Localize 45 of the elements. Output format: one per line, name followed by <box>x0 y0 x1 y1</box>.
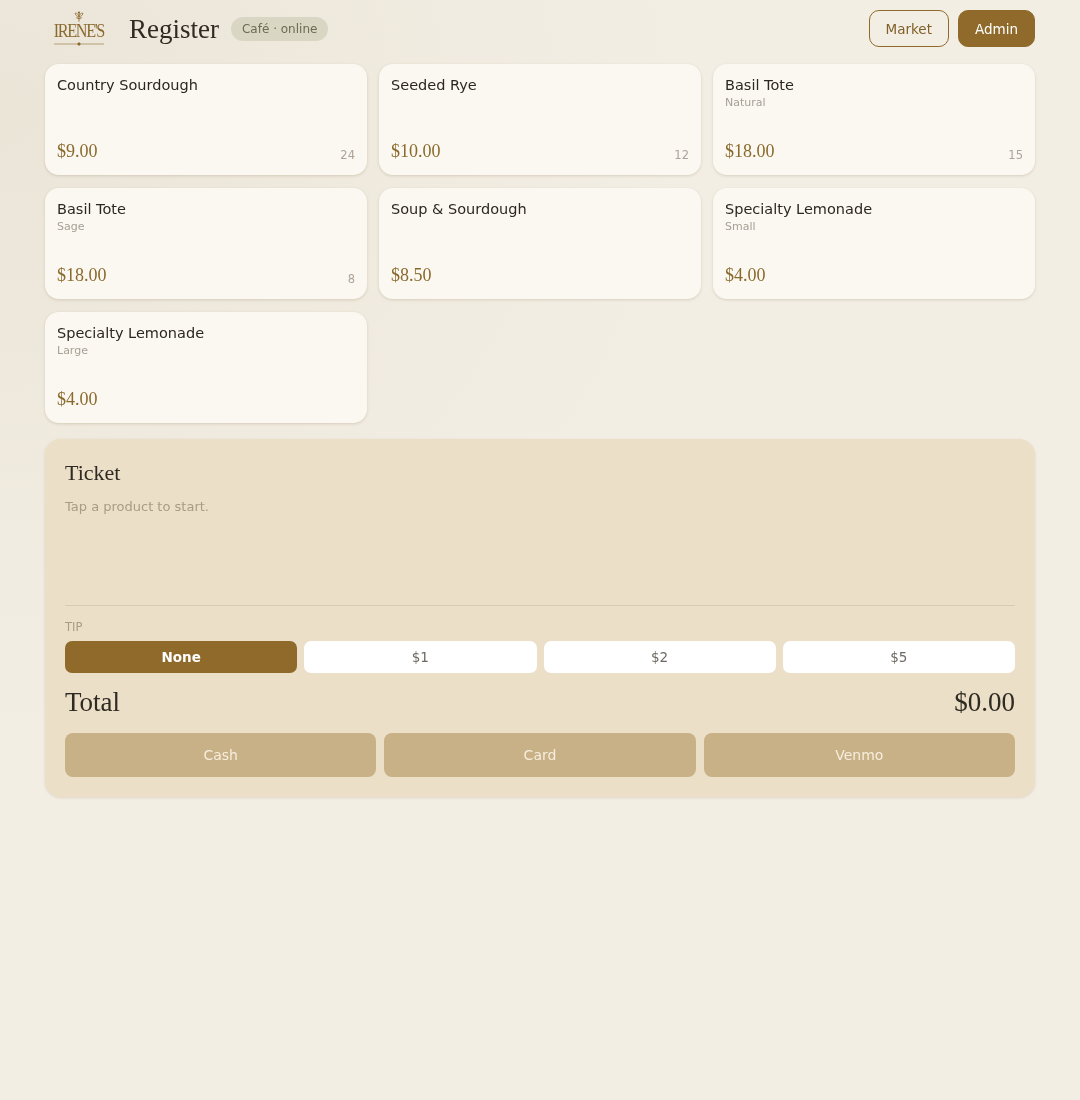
total-amount: $0.00 <box>954 686 1015 718</box>
product-card[interactable]: Specialty Lemonade Large $4.00 <box>45 312 367 423</box>
product-name: Soup & Sourdough <box>391 200 527 219</box>
product-card[interactable]: Basil Tote Sage $18.00 8 <box>45 188 367 299</box>
status-badge: Café · online <box>231 16 329 41</box>
ticket-title: Ticket <box>65 459 122 487</box>
product-card[interactable]: Seeded Rye $10.00 12 <box>379 64 701 175</box>
tip-label: TIP <box>65 620 83 634</box>
product-price: $8.50 <box>391 264 432 287</box>
product-price: $9.00 <box>57 140 98 163</box>
tip-option[interactable]: None <box>65 641 298 673</box>
stock-count: 8 <box>347 271 355 287</box>
stock-count: 24 <box>340 147 355 163</box>
stock-count: 15 <box>1008 147 1023 163</box>
logo-wordmark: IRENE'S <box>53 22 105 40</box>
product-name: Basil Tote <box>725 76 794 95</box>
product-name: Specialty Lemonade <box>725 200 873 219</box>
page-title: Register <box>129 12 219 46</box>
stock-count: 12 <box>674 147 689 163</box>
sprig-icon <box>73 11 85 22</box>
ornament-rule-icon <box>54 42 104 46</box>
product-price: $18.00 <box>57 264 107 287</box>
product-name: Basil Tote <box>57 200 126 219</box>
product-name: Country Sourdough <box>57 76 198 95</box>
product-name: Seeded Rye <box>391 76 477 95</box>
product-card[interactable]: Basil Tote Natural $18.00 15 <box>713 64 1035 175</box>
product-variant: Natural <box>725 95 766 111</box>
product-price: $4.00 <box>57 388 98 411</box>
product-price: $4.00 <box>725 264 766 287</box>
product-variant: Large <box>57 343 88 359</box>
product-variant: Small <box>725 219 756 235</box>
tip-option[interactable]: $5 <box>782 641 1015 673</box>
total-label: Total <box>65 686 121 718</box>
product-price: $10.00 <box>391 140 441 163</box>
tip-option[interactable]: $2 <box>543 641 776 673</box>
product-card[interactable]: Specialty Lemonade Small $4.00 <box>713 188 1035 299</box>
product-price: $18.00 <box>725 140 775 163</box>
primary-nav-button[interactable]: Admin <box>957 10 1035 47</box>
product-card[interactable]: Country Sourdough $9.00 24 <box>45 64 367 175</box>
nav-button[interactable]: Market <box>868 10 949 47</box>
tip-option[interactable]: $1 <box>304 641 537 673</box>
product-card[interactable]: Soup & Sourdough $8.50 <box>379 188 701 299</box>
empty-ticket-hint: Tap a product to start. <box>65 498 209 516</box>
product-name: Specialty Lemonade <box>57 324 205 343</box>
product-variant: Sage <box>57 219 85 235</box>
